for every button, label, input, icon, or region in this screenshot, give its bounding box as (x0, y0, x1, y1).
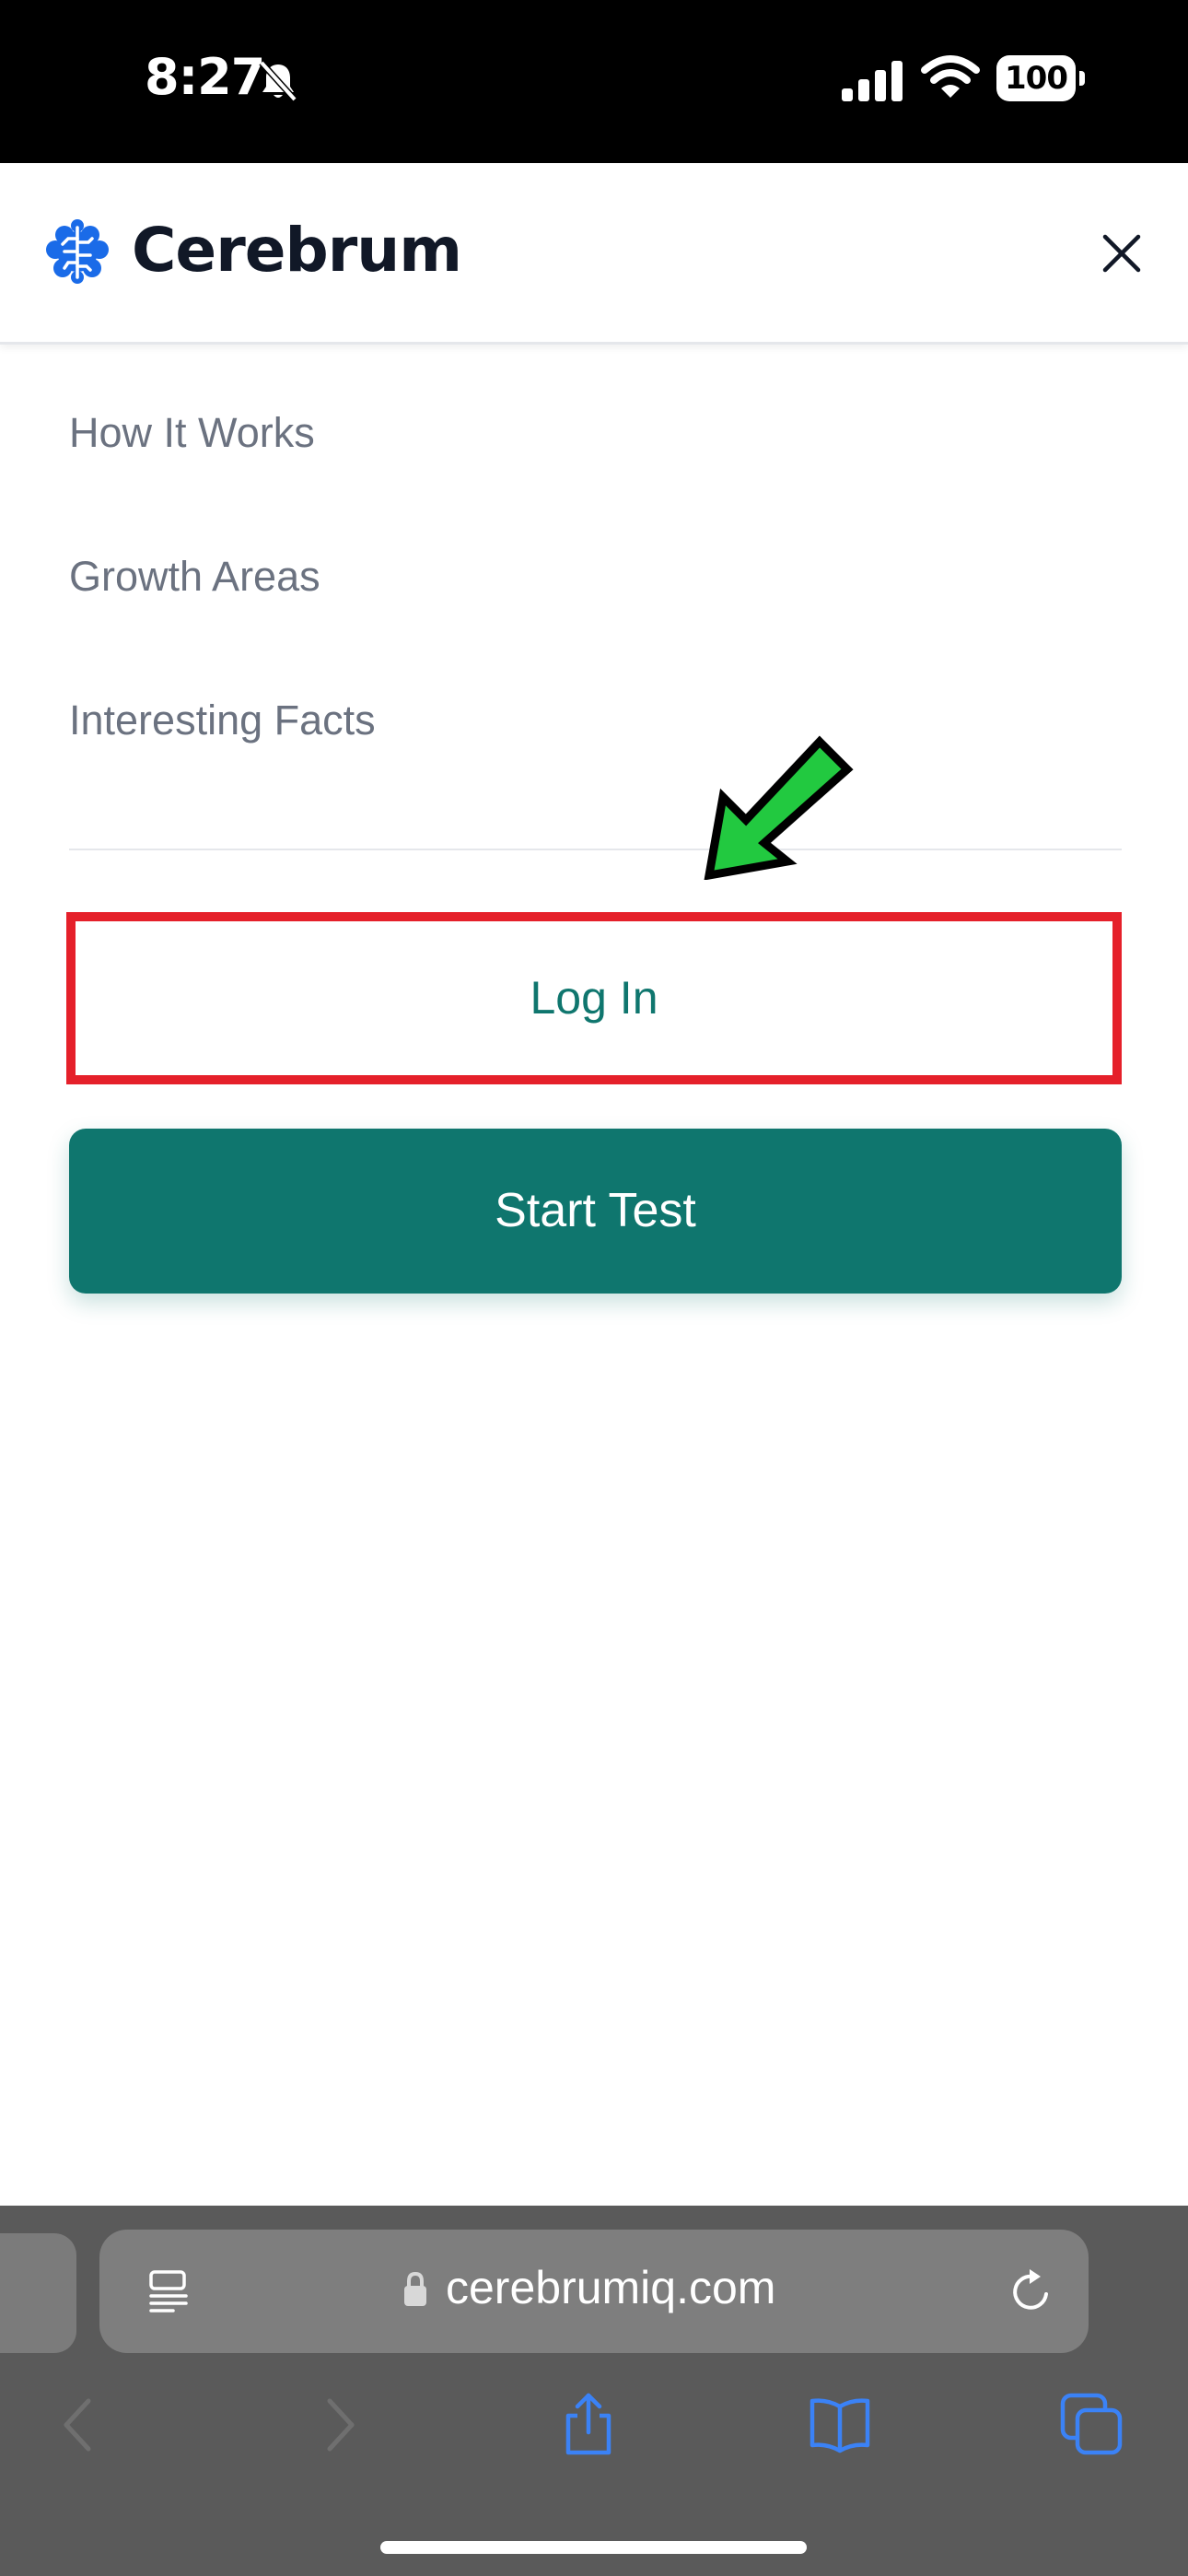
battery-indicator: 100 (996, 55, 1085, 101)
browser-bottom-bar: cerebrumiq.com (0, 2206, 1188, 2576)
start-test-button[interactable]: Start Test (69, 1129, 1122, 1294)
menu-item-how-it-works[interactable]: How It Works (69, 387, 1122, 531)
bell-muted-icon (259, 60, 297, 102)
nav-menu: How It Works Growth Areas Interesting Fa… (69, 387, 1122, 818)
forward-icon[interactable] (306, 2392, 372, 2458)
share-icon[interactable] (555, 2392, 622, 2458)
brain-logo-icon (46, 219, 109, 284)
page-menu-icon[interactable] (146, 2266, 193, 2316)
battery-cap (1079, 71, 1085, 86)
battery-level: 100 (996, 55, 1076, 101)
bookmarks-icon[interactable] (807, 2392, 873, 2458)
home-indicator (380, 2541, 807, 2554)
site-header: Cerebrum (0, 163, 1188, 345)
lock-icon (404, 2271, 426, 2306)
menu-divider (69, 849, 1122, 850)
menu-item-interesting-facts[interactable]: Interesting Facts (69, 674, 1122, 818)
url-text[interactable]: cerebrumiq.com (446, 2261, 775, 2314)
status-bar: 8:27 100 (0, 0, 1188, 163)
status-time: 8:27 (145, 48, 265, 106)
tabs-icon[interactable] (1059, 2392, 1125, 2458)
back-icon[interactable] (46, 2392, 112, 2458)
login-button[interactable]: Log In (76, 921, 1112, 1075)
close-menu-button[interactable] (1096, 228, 1147, 279)
menu-item-growth-areas[interactable]: Growth Areas (69, 531, 1122, 674)
previous-tab-preview[interactable] (0, 2233, 76, 2353)
address-bar[interactable]: cerebrumiq.com (99, 2230, 1089, 2353)
green-arrow-annotation-icon (704, 735, 854, 880)
reload-icon[interactable] (1006, 2266, 1055, 2316)
brand-name[interactable]: Cerebrum (132, 215, 462, 286)
wifi-icon (921, 55, 980, 98)
cellular-signal-icon (842, 61, 903, 101)
